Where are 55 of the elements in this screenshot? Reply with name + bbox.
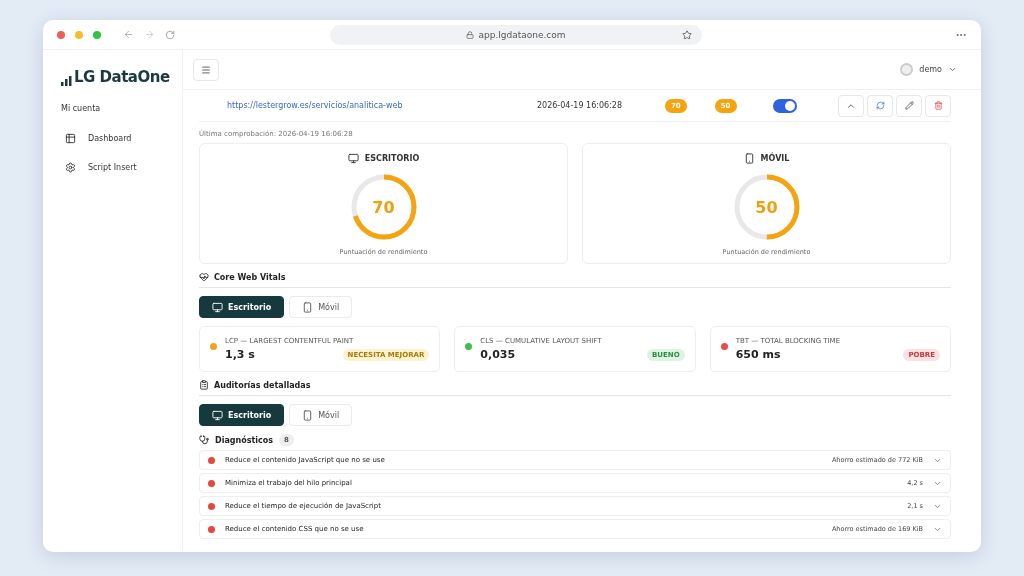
- delete-button[interactable]: [925, 94, 951, 117]
- device-tab[interactable]: Móvil: [289, 296, 353, 318]
- url-text: app.lgdataone.com: [478, 29, 566, 40]
- maximize-dot[interactable]: [93, 30, 101, 39]
- chevron-icon: [948, 65, 957, 74]
- lock-icon: [466, 30, 475, 39]
- edit-button[interactable]: [896, 94, 922, 117]
- minimize-dot[interactable]: [75, 30, 83, 39]
- device-tab[interactable]: Escritorio: [199, 296, 285, 318]
- phone-icon: [302, 409, 314, 421]
- pencil-icon: [904, 101, 914, 110]
- monitor-icon: [212, 409, 223, 421]
- gear-icon: [65, 162, 76, 173]
- section-title: Core Web Vitals: [214, 272, 286, 282]
- site-link[interactable]: https://lestergrow.es/servicios/analitica-web: [227, 101, 537, 110]
- metric-value: 0,035: [480, 348, 516, 361]
- collapse-button[interactable]: [838, 94, 864, 117]
- user-menu[interactable]: demo: [894, 62, 963, 77]
- logo-text: LG DataOne: [74, 68, 170, 86]
- diagnostics-title: Diagnósticos: [215, 435, 274, 445]
- refresh-button[interactable]: [867, 94, 893, 117]
- avatar: [900, 63, 914, 76]
- menu-icon: [201, 64, 211, 75]
- score-value: 50: [754, 196, 779, 219]
- table-icon: [65, 133, 76, 144]
- metric-value: 650 ms: [735, 348, 781, 361]
- sidebar-heading: Mi cuenta: [61, 104, 102, 113]
- score-value: 70: [371, 196, 396, 219]
- star-icon[interactable]: [682, 29, 692, 40]
- device-tab[interactable]: Móvil: [289, 404, 353, 426]
- device-tab[interactable]: Escritorio: [199, 404, 285, 426]
- metric-value: 1,3 s: [225, 348, 255, 361]
- sidebar-item[interactable]: Script Insert: [65, 162, 182, 173]
- heart-icon: [199, 272, 209, 282]
- phone-icon: [743, 153, 755, 164]
- clipboard-icon: [199, 380, 209, 390]
- back-icon[interactable]: [123, 29, 134, 40]
- address-bar[interactable]: app.lgdataone.com: [330, 24, 702, 45]
- sidebar-item[interactable]: Dashboard: [65, 133, 182, 144]
- date-text: 2026-04-19 16:06:28: [537, 101, 623, 110]
- stethoscope-icon: [199, 435, 209, 445]
- section-title: Auditorías detalladas: [214, 380, 311, 390]
- logo-icon: [61, 76, 72, 86]
- phone-icon: [302, 301, 314, 313]
- toggle-switch[interactable]: [772, 98, 797, 113]
- monitor-icon: [347, 153, 359, 164]
- reload-icon[interactable]: [165, 29, 175, 40]
- menu-button[interactable]: [193, 58, 219, 81]
- card-title: ESCRITORIO: [364, 154, 420, 163]
- refresh-icon: [875, 101, 885, 110]
- monitor-icon: [212, 301, 223, 313]
- card-title: MÓVIL: [760, 154, 790, 163]
- close-dot[interactable]: [57, 30, 65, 39]
- forward-icon[interactable]: [144, 29, 155, 40]
- trash-icon: [933, 101, 943, 110]
